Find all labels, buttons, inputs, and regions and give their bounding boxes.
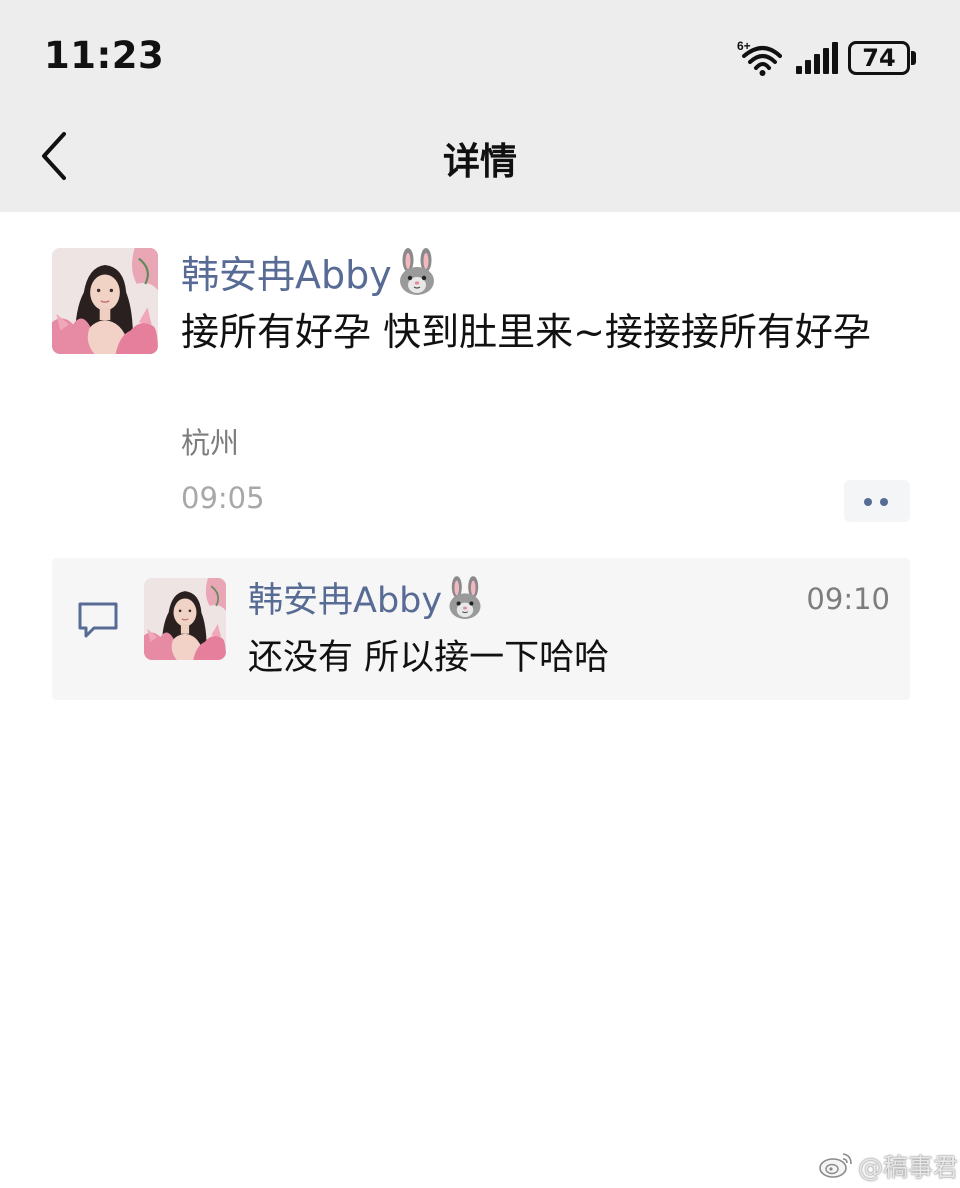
battery-icon: 74 bbox=[848, 41, 916, 75]
watermark-text: @稿事君 bbox=[858, 1153, 959, 1182]
post-author[interactable]: 韩安冉Abby bbox=[181, 248, 440, 301]
watermark: @稿事君 bbox=[818, 1144, 958, 1184]
post-author-name: 韩安冉Abby bbox=[181, 253, 392, 297]
comment-text[interactable]: 还没有 所以接一下哈哈 bbox=[248, 634, 609, 682]
comment-bubble-icon bbox=[76, 600, 120, 640]
post-time: 09:05 bbox=[181, 481, 265, 515]
comment-time: 09:10 bbox=[806, 582, 890, 616]
battery-cap bbox=[911, 51, 916, 65]
page-title: 详情 bbox=[443, 140, 517, 183]
avatar[interactable] bbox=[52, 248, 158, 354]
wifi-icon: 6+ bbox=[736, 38, 782, 76]
header: 11:23 6+ 74 详情 bbox=[0, 0, 960, 212]
signal-icon bbox=[796, 42, 838, 74]
comment-author[interactable]: 韩安冉Abby bbox=[248, 576, 486, 626]
comment-avatar[interactable] bbox=[144, 578, 226, 660]
post-location[interactable]: 杭州 bbox=[181, 420, 239, 462]
rabbit-face-icon bbox=[394, 248, 440, 296]
weibo-logo-icon bbox=[819, 1153, 852, 1178]
battery-level: 74 bbox=[862, 44, 896, 72]
comment-author-name: 韩安冉Abby bbox=[248, 581, 443, 621]
more-button[interactable] bbox=[844, 480, 910, 522]
more-dot bbox=[864, 498, 872, 506]
post-content: 接所有好孕 快到肚里来~接接接所有好孕 bbox=[181, 310, 871, 354]
status-time: 11:23 bbox=[44, 34, 165, 77]
rabbit-face-icon bbox=[444, 576, 486, 620]
more-dot bbox=[880, 498, 888, 506]
